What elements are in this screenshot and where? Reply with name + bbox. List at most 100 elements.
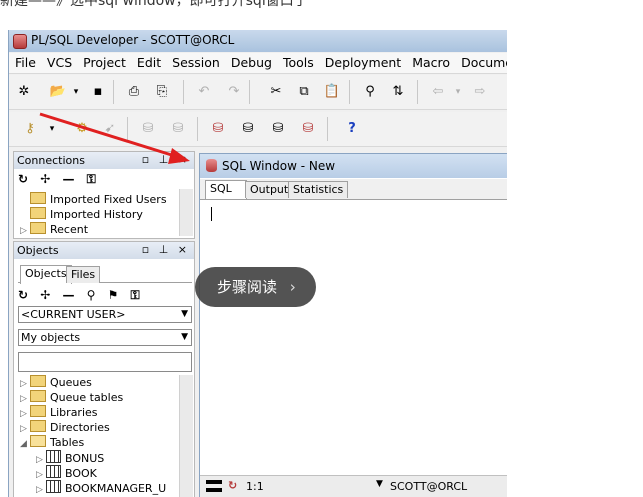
folder-icon — [30, 420, 46, 432]
disabled-tool-icon[interactable]: ➹ — [101, 120, 119, 138]
expand-icon[interactable]: ▷ — [36, 483, 46, 497]
find-icon[interactable]: ⚲ — [361, 83, 379, 101]
redo-icon[interactable]: ↷ — [225, 83, 243, 101]
menu-debug[interactable]: Debug — [225, 53, 277, 70]
back-icon[interactable]: ⇦ — [429, 83, 447, 101]
replace-icon[interactable]: ⇅ — [389, 83, 407, 101]
paste-icon[interactable]: 📋 — [323, 83, 341, 101]
objects-panel: Objects ▫ ⊥ × Objects Files ↻ ✢ — ⚲ ⚑ ⚿ … — [13, 241, 195, 497]
connections-header: Connections ▫ ⊥ × — [14, 152, 194, 169]
list-item[interactable]: ▷ Queues — [20, 375, 166, 390]
chevron-down-icon[interactable]: ▾ — [43, 120, 61, 138]
toolbar-divider — [249, 80, 250, 104]
expand-icon[interactable]: ▷ — [20, 224, 30, 239]
print-icon[interactable]: ⎙ — [125, 83, 143, 101]
objects-tools[interactable]: ↻ ✢ — ⚲ ⚑ ⚿ — [18, 288, 144, 303]
print-preview-icon[interactable]: ⎘ — [153, 83, 171, 101]
table-icon — [46, 465, 61, 478]
list-item[interactable]: ▷ BONUS — [20, 450, 166, 465]
gear-icon[interactable]: ⚙ — [73, 120, 91, 138]
menu-vcs[interactable]: VCS — [41, 53, 77, 70]
menu-edit[interactable]: Edit — [131, 53, 166, 70]
list-item[interactable]: ▷ BOOK — [20, 465, 166, 480]
toolbar-divider — [417, 80, 418, 104]
menu-tools[interactable]: Tools — [277, 53, 319, 70]
connections-tree: Imported Fixed Users Imported History ▷ R… — [20, 192, 167, 237]
main-toolbar: ✲ 📂 ▾ ▪ ⎙ ⎘ ↶ ↷ ✂ ⧉ 📋 ⚲ ⇅ ⇦ ▾ ⇨ — [9, 75, 507, 110]
tab-files[interactable]: Files — [66, 266, 101, 283]
sql-window-tabs: SQL Output Statistics — [200, 179, 507, 200]
objects-tree: ▷ Queues ▷ Queue tables ▷ Libraries ▷ Direct… — [20, 375, 166, 495]
cut-icon[interactable]: ✂ — [267, 83, 285, 101]
list-item[interactable]: ▷ Queue tables — [20, 390, 166, 405]
refresh-icon[interactable]: ↻ — [228, 479, 237, 492]
list-item[interactable]: Imported Fixed Users — [20, 192, 167, 207]
filter-select[interactable]: My objects ▼ — [18, 329, 192, 346]
open-icon[interactable]: 📂 — [49, 83, 67, 101]
objects-header: Objects ▫ ⊥ × — [14, 242, 194, 259]
list-item[interactable]: ▷ Directories — [20, 420, 166, 435]
list-item[interactable]: ▷ Libraries — [20, 405, 166, 420]
status-layout-icon[interactable] — [206, 480, 222, 492]
sql-status-bar: ↻ 1:1 ▼ SCOTT@ORCL — [200, 475, 507, 497]
list-item[interactable]: ◢ Tables — [20, 435, 166, 450]
connections-panel: Connections ▫ ⊥ × ↻ ✢ — ⚿ Imported Fixed… — [13, 151, 195, 239]
sql-window-header: SQL Window - New — [200, 154, 507, 178]
objects-scrollbar[interactable] — [179, 375, 193, 497]
objects-tabs: Objects Files — [18, 264, 192, 284]
menu-session[interactable]: Session — [166, 53, 225, 70]
connection-status[interactable]: SCOTT@ORCL — [390, 480, 467, 493]
sql-window-icon[interactable]: ⛁ — [209, 120, 227, 138]
sql-editor[interactable] — [200, 200, 507, 475]
list-item[interactable]: ▷ Recent — [20, 222, 167, 237]
explain-plan-icon[interactable]: ⛁ — [269, 120, 287, 138]
toolbar-divider — [197, 117, 198, 141]
undo-icon[interactable]: ↶ — [195, 83, 213, 101]
menu-deployment[interactable]: Deployment — [319, 53, 406, 70]
folder-icon — [30, 375, 46, 387]
folder-icon — [30, 192, 46, 204]
caption-text: 新建——》选中sql window，即可打开sql窗口了 — [0, 0, 308, 9]
forward-icon[interactable]: ⇨ — [471, 83, 489, 101]
plsql-developer-window: PL/SQL Developer - SCOTT@ORCL File VCS Pro… — [8, 30, 507, 497]
tab-objects[interactable]: Objects — [20, 265, 72, 284]
object-search-input[interactable] — [18, 352, 192, 372]
toolbar-divider — [113, 80, 114, 104]
command-window-icon[interactable]: ⛁ — [239, 120, 257, 138]
toolbar-divider — [349, 80, 350, 104]
chevron-right-icon: › — [289, 278, 296, 296]
menu-macro[interactable]: Macro — [406, 53, 455, 70]
key-icon[interactable]: ⚷ — [21, 120, 39, 138]
new-icon[interactable]: ✲ — [15, 83, 33, 101]
commit-icon[interactable]: ⛁ — [139, 120, 157, 138]
tab-output[interactable]: Output — [245, 181, 294, 198]
panel-controls[interactable]: ▫ ⊥ × — [142, 243, 190, 256]
test-window-icon[interactable]: ⛁ — [299, 120, 317, 138]
tab-sql[interactable]: SQL — [205, 180, 247, 199]
connections-tools[interactable]: ↻ ✢ — ⚿ — [18, 172, 100, 187]
menu-file[interactable]: File — [9, 53, 41, 70]
chevron-down-icon: ▼ — [181, 332, 188, 342]
save-icon[interactable]: ▪ — [89, 83, 107, 101]
menu-project[interactable]: Project — [77, 53, 131, 70]
menu-documents[interactable]: Docume — [455, 53, 507, 70]
chevron-down-icon[interactable]: ▼ — [376, 479, 383, 489]
chevron-down-icon[interactable]: ▾ — [449, 83, 467, 101]
copy-icon[interactable]: ⧉ — [295, 83, 313, 101]
chevron-down-icon[interactable]: ▾ — [67, 83, 85, 101]
list-item[interactable]: ▷ BOOKMANAGER_U — [20, 480, 166, 495]
table-icon — [46, 480, 61, 493]
list-item[interactable]: Imported History — [20, 207, 167, 222]
tab-statistics[interactable]: Statistics — [288, 181, 349, 198]
menu-bar: File VCS Project Edit Session Debug Tools Deplo… — [9, 53, 507, 74]
window-title: PL/SQL Developer - SCOTT@ORCL — [31, 33, 235, 47]
sql-window: SQL Window - New SQL Output Statistics ↻… — [199, 153, 507, 497]
connections-scrollbar[interactable] — [179, 189, 193, 236]
help-icon[interactable]: ? — [343, 120, 361, 138]
rollback-icon[interactable]: ⛁ — [169, 120, 187, 138]
step-reading-button[interactable]: 步骤阅读 › — [195, 267, 316, 307]
user-select[interactable]: <CURRENT USER> ▼ — [18, 306, 192, 323]
toolbar-divider — [327, 117, 328, 141]
panel-controls[interactable]: ▫ ⊥ × — [142, 153, 190, 166]
folder-icon — [30, 405, 46, 417]
